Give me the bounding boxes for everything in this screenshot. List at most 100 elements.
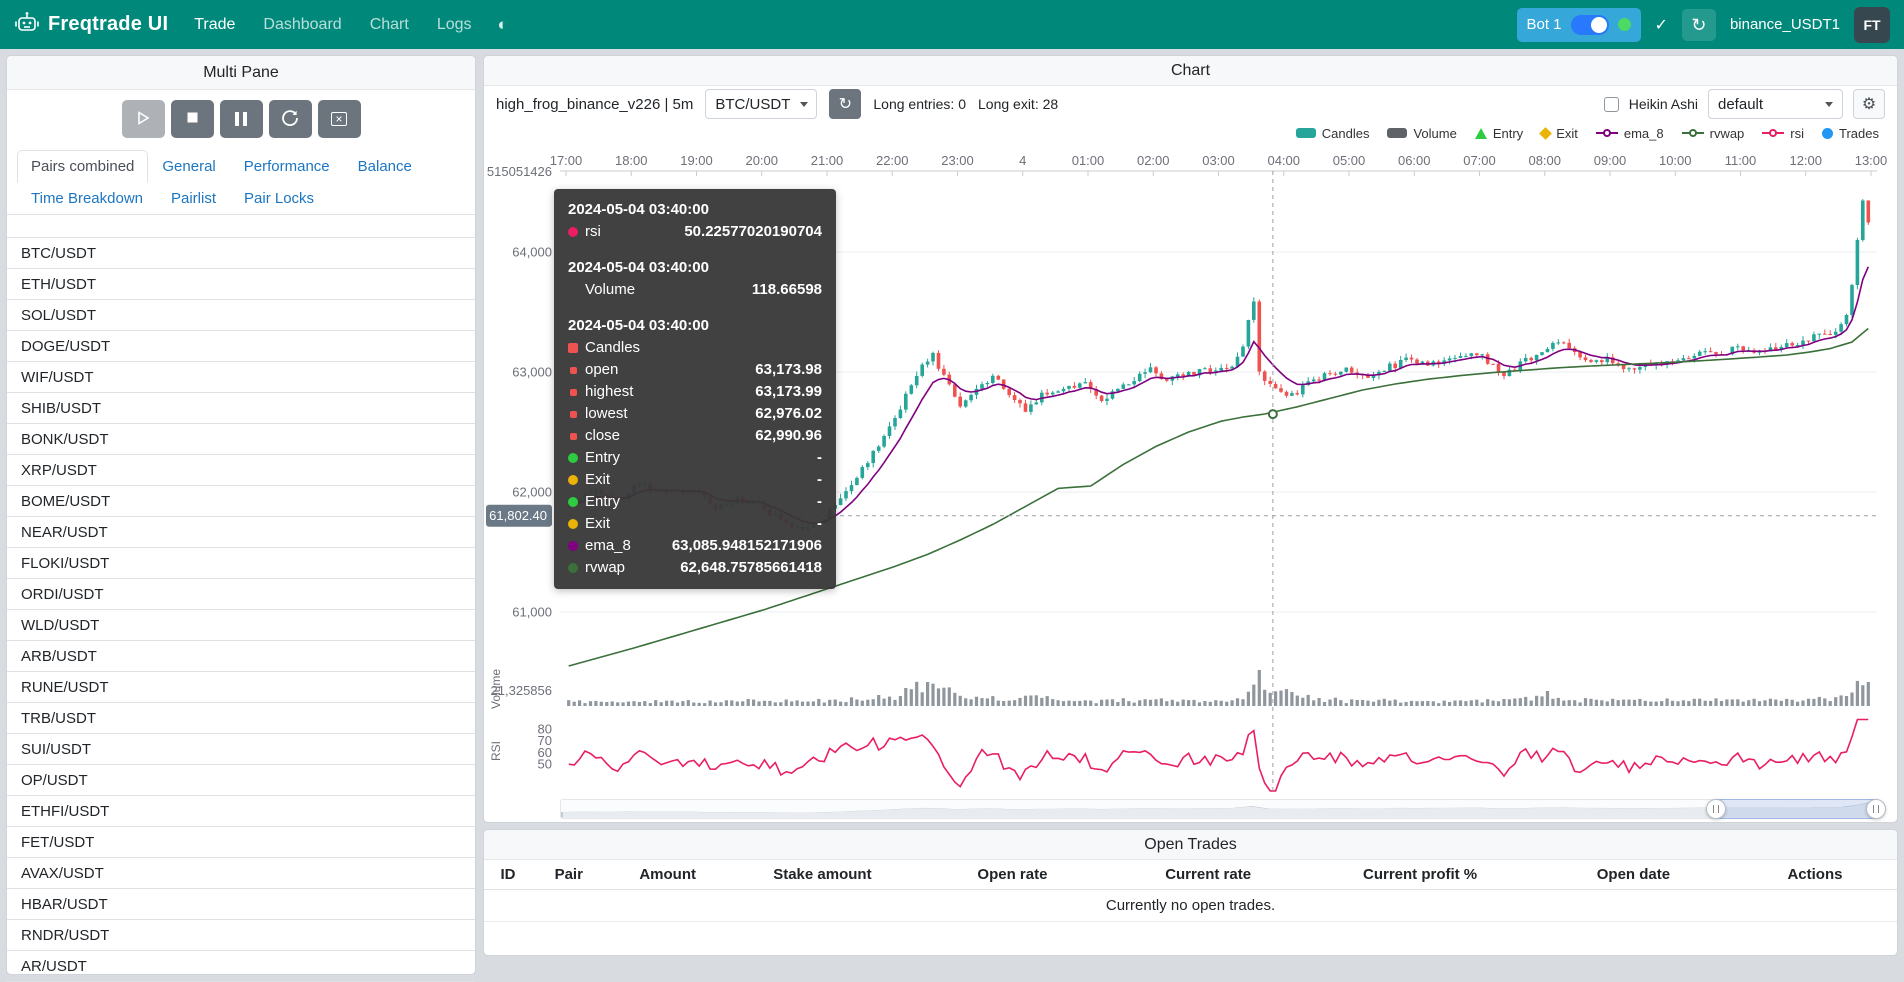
candles-square-icon (568, 343, 578, 353)
pair-list-item[interactable]: SOL/USDT (7, 300, 475, 331)
datazoom-window[interactable] (1716, 799, 1876, 819)
pair-list-item[interactable]: HBAR/USDT (7, 889, 475, 920)
svg-text:04:00: 04:00 (1267, 153, 1300, 168)
plot-config-value: default (1718, 96, 1763, 113)
legend-rsi[interactable]: rsi (1762, 126, 1804, 141)
legend-exit[interactable]: Exit (1541, 126, 1578, 141)
svg-text:63,000: 63,000 (512, 365, 552, 380)
legend-rvwap[interactable]: rvwap (1682, 126, 1745, 141)
start-button[interactable] (122, 100, 165, 138)
pause-button[interactable] (220, 100, 263, 138)
box-x-icon: × (331, 112, 347, 126)
pair-list-item[interactable]: NEAR/USDT (7, 517, 475, 548)
datazoom-right-handle[interactable] (1866, 799, 1886, 819)
tab-pairlist[interactable]: Pairlist (157, 182, 230, 215)
pair-list-item[interactable]: WLD/USDT (7, 610, 475, 641)
refresh-chart-button[interactable]: ↻ (829, 89, 861, 119)
plot-settings-button[interactable]: ⚙ (1853, 89, 1885, 119)
reload-config-button[interactable] (269, 100, 312, 138)
ema8-dot-icon (568, 541, 578, 551)
bot-control-buttons: × (7, 90, 475, 146)
pair-list-item[interactable]: SHIB/USDT (7, 393, 475, 424)
svg-text:11:00: 11:00 (1725, 153, 1757, 168)
tab-time-breakdown[interactable]: Time Breakdown (17, 182, 157, 215)
datazoom-row (484, 798, 1897, 821)
pair-list-item[interactable]: BONK/USDT (7, 424, 475, 455)
column-current-profit[interactable]: Current profit % (1306, 860, 1533, 889)
long-exit-stat: Long exit: 28 (978, 96, 1058, 112)
open-trades-panel: Open Trades ID Pair Amount Stake amount … (483, 829, 1898, 956)
bot-running-toggle[interactable] (1571, 15, 1609, 35)
column-open-date[interactable]: Open date (1534, 860, 1733, 889)
no-open-trades-message: Currently no open trades. (484, 890, 1897, 922)
pair-list-item[interactable]: ETHFI/USDT (7, 796, 475, 827)
pair-list-item[interactable]: XRP/USDT (7, 455, 475, 486)
chevron-down-icon (1825, 102, 1833, 107)
tab-performance[interactable]: Performance (230, 150, 344, 183)
legend-entry[interactable]: Entry (1475, 126, 1523, 141)
avatar[interactable]: FT (1854, 7, 1890, 43)
pair-list-item[interactable]: TRB/USDT (7, 703, 475, 734)
pair-list-item[interactable]: RUNE/USDT (7, 672, 475, 703)
pair-list-item[interactable]: FET/USDT (7, 827, 475, 858)
column-current-rate[interactable]: Current rate (1110, 860, 1306, 889)
chart-tooltip: 2024-05-04 03:40:00 rsi50.22577020190704… (554, 189, 836, 589)
reload-bot-button[interactable]: ↻ (1682, 9, 1716, 41)
nav-link-chart[interactable]: Chart (370, 16, 409, 34)
heikin-ashi-checkbox[interactable] (1604, 97, 1619, 112)
column-actions[interactable]: Actions (1733, 860, 1897, 889)
strategy-timeframe-label: high_frog_binance_v226 | 5m (496, 96, 693, 113)
legend-trades[interactable]: Trades (1822, 126, 1879, 141)
column-open-rate[interactable]: Open rate (915, 860, 1110, 889)
volume-marker-icon (1387, 128, 1407, 138)
pair-list-item[interactable]: FLOKI/USDT (7, 548, 475, 579)
pair-list-item[interactable]: AVAX/USDT (7, 858, 475, 889)
legend-ema8[interactable]: ema_8 (1596, 126, 1664, 141)
plot-config-select[interactable]: default (1708, 89, 1843, 119)
grip-icon (1873, 805, 1879, 813)
pair-select[interactable]: BTC/USDT (705, 89, 817, 119)
pair-list-item[interactable]: ETH/USDT (7, 269, 475, 300)
tab-general[interactable]: General (148, 150, 229, 183)
pair-list-item[interactable]: AR/USDT (7, 951, 475, 982)
pair-list-item[interactable]: DOGE/USDT (7, 331, 475, 362)
candles-marker-icon (1296, 128, 1316, 138)
column-id[interactable]: ID (484, 860, 532, 889)
pair-list-item[interactable]: ORDI/USDT (7, 579, 475, 610)
pair-list-item[interactable]: WIF/USDT (7, 362, 475, 393)
exchange-account-label: binance_USDT1 (1730, 16, 1840, 33)
theme-toggle-icon[interactable]: ◐ (498, 15, 508, 35)
svg-text:18:00: 18:00 (615, 153, 648, 168)
svg-text:50: 50 (538, 757, 552, 772)
entry-dot-icon (568, 497, 578, 507)
legend-candles[interactable]: Candles (1296, 126, 1370, 141)
multi-pane-tabs: Pairs combined General Performance Balan… (7, 150, 475, 215)
column-amount[interactable]: Amount (606, 860, 730, 889)
pair-list-item[interactable]: BOME/USDT (7, 486, 475, 517)
pair-list-item[interactable]: ARB/USDT (7, 641, 475, 672)
datazoom-slider[interactable] (560, 799, 1877, 819)
tooltip-row-rvwap: rvwap62,648.75785661418 (568, 557, 822, 579)
reload-icon: ↻ (1691, 15, 1706, 35)
brand[interactable]: Freqtrade UI (14, 10, 168, 40)
cancel-open-orders-button[interactable]: × (318, 100, 361, 138)
chart-controls: high_frog_binance_v226 | 5m BTC/USDT ↻ L… (484, 86, 1897, 122)
pair-list-item[interactable]: OP/USDT (7, 765, 475, 796)
legend-volume[interactable]: Volume (1387, 126, 1456, 141)
nav-link-trade[interactable]: Trade (194, 16, 235, 34)
tooltip-row-lowest: lowest62,976.02 (568, 403, 822, 425)
column-stake-amount[interactable]: Stake amount (730, 860, 915, 889)
stop-button[interactable] (171, 100, 214, 138)
open-trades-column-headers: ID Pair Amount Stake amount Open rate Cu… (484, 860, 1897, 890)
datazoom-left-handle[interactable] (1706, 799, 1726, 819)
nav-link-dashboard[interactable]: Dashboard (263, 16, 341, 34)
tab-pair-locks[interactable]: Pair Locks (230, 182, 328, 215)
tab-balance[interactable]: Balance (344, 150, 426, 183)
pair-list-item[interactable]: RNDR/USDT (7, 920, 475, 951)
tab-pairs-combined[interactable]: Pairs combined (17, 150, 148, 183)
bot-selector-chip[interactable]: Bot 1 (1517, 8, 1641, 42)
pair-list-item[interactable]: SUI/USDT (7, 734, 475, 765)
column-pair[interactable]: Pair (532, 860, 605, 889)
pair-list-item[interactable]: BTC/USDT (7, 238, 475, 269)
nav-link-logs[interactable]: Logs (437, 16, 472, 34)
